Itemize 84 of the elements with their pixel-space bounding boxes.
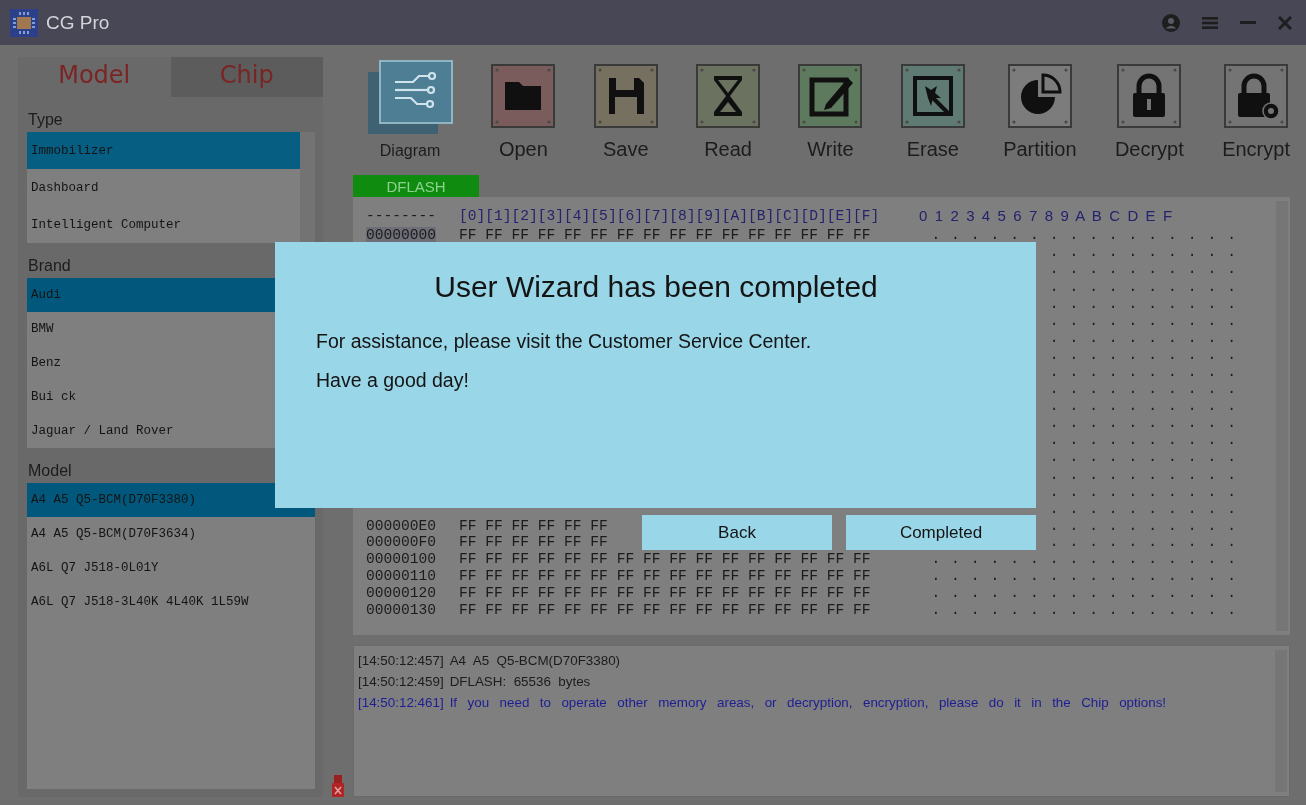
log-message: DFLASH: 65536 bytes [449,674,591,689]
hourglass-icon [696,64,761,128]
close-icon[interactable] [1278,15,1292,30]
address-cell: 000000F0 [366,534,437,551]
ascii-text: . . . . . . . . . . [1049,312,1237,329]
ascii-text: . . . . . . . . . . [1049,466,1237,483]
ascii-text: . . . . . . . . . . [1049,364,1237,380]
ascii-text: . . . . . . . . . . [1049,415,1237,432]
circuit-icon [367,60,453,136]
ascii-text: . . . . . . . . . . [1049,278,1237,295]
ascii-text: . . . . . . . . . . [1049,398,1237,415]
dialog-message: Have a good day! [316,369,470,392]
dialog-title: User Wizard has been completed [433,270,879,304]
address-cell: 00000120 [366,584,437,601]
ascii-text: . . . . . . . . . . [1049,483,1237,500]
hex-bytes: FF FF FF FF FF FF FF FF FF FF FF FF FF FF FF FF [459,551,871,568]
list-item[interactable]: Dashboard [27,169,300,206]
toolbar-button[interactable]: Encrypt [1222,64,1290,161]
log-message: If you need to operate other memory areas, or decryption, encryption, please do it in the Chip options! [449,695,1167,710]
toolbar-button[interactable]: Open [491,64,556,161]
hex-bytes: FF FF FF FF FF FF FF FF FF FF FF FF FF FF FF FF [459,568,871,585]
ascii-text: . . . . . . . . . . [1049,500,1237,517]
address-cell: 00000100 [366,551,437,568]
list-item[interactable]: A6L Q7 J518-0L01Y [27,551,315,585]
address-cell: 00000110 [366,568,437,585]
log-message: A4 A5 Q5-BCM(D70F3380) [449,653,621,668]
pie-chart-icon [1007,64,1072,128]
ascii-text: . . . . . . . . . . [1049,534,1237,551]
minimize-icon[interactable] [1240,20,1256,25]
ascii-text: . . . . . . . . . . [1049,244,1237,261]
dialog-button[interactable]: Back [642,515,832,550]
usb-icon [332,775,344,797]
ascii-text: . . . . . . . . . . . . . . . . [931,601,1237,618]
toolbar-button[interactable]: Partition [1003,64,1077,161]
user-icon[interactable] [1162,13,1180,32]
ascii-text: . . . . . . . . . . . . . . . . [931,584,1237,601]
dialog-message: For assistance, please visit the Customer Service Center. [316,330,813,353]
ascii-text: . . . . . . . . . . [1049,261,1237,278]
ascii-text: . . . . . . . . . . . . . . . . [931,568,1237,585]
padlock-gear-icon [1224,64,1289,128]
hex-bytes: FF FF FF FF FF FF [459,517,608,534]
chip-icon [10,8,38,37]
log-time: [14:50:12:457] [358,653,444,668]
log-time: [14:50:12:461] [358,695,444,710]
hex-bytes: FF FF FF FF FF FF [459,534,608,551]
ascii-text: . . . . . . . . . . . . . . . . [931,227,1237,244]
toolbar-button[interactable]: Diagram [353,60,453,160]
toolbar-button[interactable]: Decrypt [1114,64,1184,161]
ascii-text: . . . . . . . . . . [1049,381,1237,398]
ascii-text: . . . . . . . . . . [1049,329,1237,346]
address-cell: 00000000 [366,227,437,244]
dialog-button[interactable]: Completed [846,515,1036,550]
toolbar-button[interactable]: Erase [900,64,965,161]
ascii-text: . . . . . . . . . . [1049,517,1237,534]
ascii-text: . . . . . . . . . . [1049,432,1237,449]
menu-icon[interactable] [1202,15,1218,30]
ascii-text: . . . . . . . . . . [1049,346,1237,363]
list-item[interactable]: A4 A5 Q5-BCM(D70F3634) [27,517,315,551]
toolbar-button[interactable]: Write [798,64,863,161]
hex-bytes: FF FF FF FF FF FF FF FF FF FF FF FF FF FF FF FF [459,584,871,601]
section-label: Brand [27,256,72,276]
hex-bytes: FF FF FF FF FF FF FF FF FF FF FF FF FF FF FF FF [459,601,871,618]
ascii-text: . . . . . . . . . . [1049,449,1237,466]
address-cell: 00000130 [366,601,437,618]
ascii-text: . . . . . . . . . . . . . . . . [931,551,1237,568]
address-cell: 000000E0 [366,517,437,534]
memory-tag: DFLASH [353,175,479,197]
log-time: [14:50:12:459] [358,674,444,689]
padlock-icon [1117,64,1182,128]
pencil-icon [798,64,863,128]
list-item[interactable]: Immobilizer [27,132,300,169]
section-label: Model [27,461,73,481]
toolbar-button[interactable]: Save [593,64,658,161]
window-title: CG Pro [46,11,110,34]
list-item[interactable]: A6L Q7 J518-3L40K 4L40K 1L59W [27,585,315,619]
toolbar-button[interactable]: Read [696,64,761,161]
hex-bytes: FF FF FF FF FF FF FF FF FF FF FF FF FF FF FF FF [459,227,871,244]
offset-header: -------- [366,207,438,224]
list-item[interactable]: Intelligent Computer [27,206,300,243]
column-header: [0][1][2][3][4][5][6][7][8][9][A][B][C][D][E][F] [459,207,881,224]
ascii-header: 0 1 2 3 4 5 6 7 8 9 A B C D E F [919,207,1175,224]
section-label: Type [27,110,64,130]
ascii-text: . . . . . . . . . . [1049,295,1237,312]
folder-icon [491,64,556,128]
